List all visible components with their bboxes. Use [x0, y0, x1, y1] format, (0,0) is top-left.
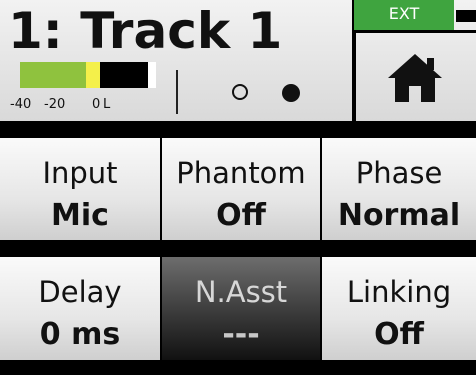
input-label: Input — [42, 156, 118, 190]
nasst-label: N.Asst — [194, 275, 288, 309]
meter-yellow-segment — [86, 62, 100, 88]
nasst-value: --- — [222, 317, 260, 352]
meter-empty-segment — [140, 62, 148, 88]
meter-divider — [176, 70, 178, 114]
meter-channel-label: L — [103, 97, 111, 112]
phase-button[interactable]: Phase Normal — [322, 138, 476, 240]
meter-scale-label: -40 — [10, 97, 32, 112]
input-value: Mic — [51, 198, 109, 233]
page-dot-hollow-icon[interactable] — [232, 84, 248, 100]
phase-value: Normal — [337, 198, 461, 233]
track-title: 1: Track 1 — [8, 2, 283, 60]
phase-label: Phase — [355, 156, 443, 190]
meter-scale-label: 0 — [92, 97, 101, 112]
linking-value: Off — [374, 317, 424, 352]
ext-badge-tab — [456, 10, 476, 22]
delay-label: Delay — [38, 275, 122, 309]
delay-button[interactable]: Delay 0 ms — [0, 257, 162, 360]
meter-scale-label: -20 — [44, 97, 66, 112]
meter-peak-hold — [148, 62, 156, 88]
phantom-value: Off — [216, 198, 266, 233]
section-gap — [0, 121, 476, 138]
phantom-label: Phantom — [176, 156, 306, 190]
row-gap — [0, 240, 476, 257]
ext-divider — [354, 30, 476, 33]
bottom-bar — [0, 360, 476, 375]
meter-green-segment — [20, 62, 86, 88]
nasst-button[interactable]: N.Asst --- — [162, 257, 322, 360]
delay-value: 0 ms — [39, 317, 121, 352]
level-meter — [20, 62, 156, 88]
home-icon[interactable] — [387, 52, 443, 104]
ext-badge: EXT — [354, 0, 454, 30]
phantom-button[interactable]: Phantom Off — [162, 138, 322, 240]
linking-label: Linking — [346, 275, 452, 309]
input-button[interactable]: Input Mic — [0, 138, 162, 240]
page-dot-filled-icon[interactable] — [282, 84, 300, 102]
linking-button[interactable]: Linking Off — [322, 257, 476, 360]
